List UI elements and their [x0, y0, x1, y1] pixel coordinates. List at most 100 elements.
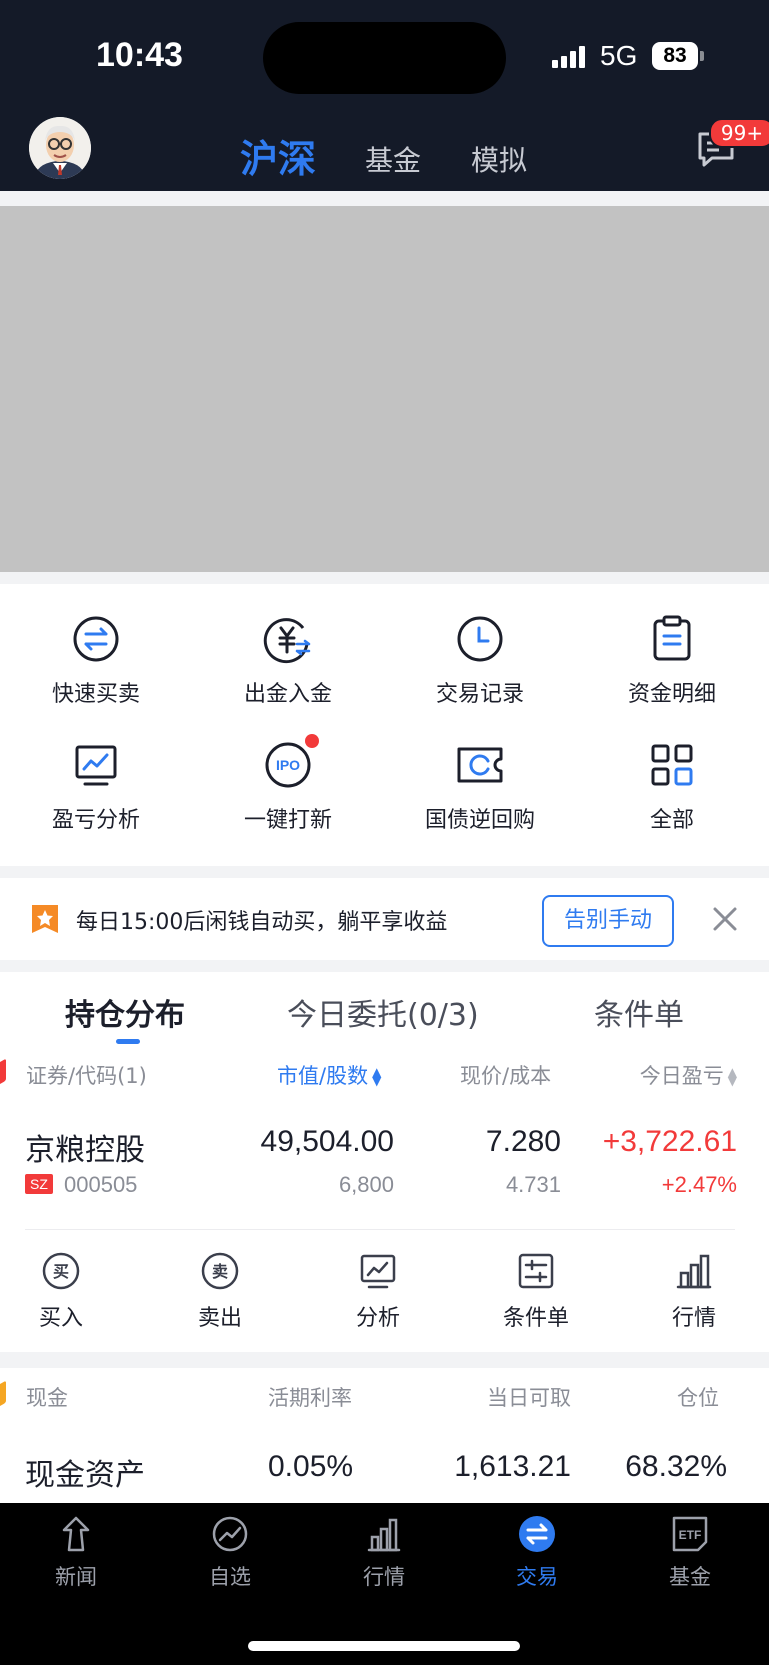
buy-icon-glyph: 买 [53, 1262, 69, 1281]
clipboard-icon [653, 615, 691, 661]
tab-hushen[interactable]: 沪深 [240, 128, 316, 183]
today-pnl-percent: +2.47% [661, 1172, 737, 1197]
trend-circle-icon [212, 1516, 248, 1552]
nav-label: 新闻 [55, 1565, 97, 1589]
action-label: 行情 [671, 1306, 716, 1331]
action-label: 分析 [355, 1306, 400, 1331]
nav-trade[interactable]: 交易 [487, 1515, 587, 1591]
etf-icon-text: ETF [679, 1528, 702, 1542]
quick-action-fund-details[interactable]: 资金明细 [576, 614, 768, 708]
column-header-label: 市值/股数 [277, 1064, 369, 1088]
chart-monitor-icon [360, 1254, 396, 1289]
share-count: 6,800 [338, 1172, 394, 1197]
quick-action-trade-records[interactable]: 交易记录 [384, 614, 576, 708]
tab-conditional-orders[interactable]: 条件单 [594, 990, 684, 1034]
quick-action-repo[interactable]: 国债逆回购 [384, 740, 576, 834]
promo-text: 每日15:00后闲钱自动买，躺平享收益 [76, 910, 448, 935]
sort-icon: ▲ ▼ [372, 1065, 382, 1088]
quote-button[interactable]: 行情 [634, 1251, 754, 1332]
battery-tip [700, 51, 704, 61]
stock-code: 000505 [64, 1172, 138, 1197]
bar-chart-icon [676, 1254, 712, 1289]
sell-icon: 卖 [201, 1252, 239, 1290]
clock-icon [457, 616, 503, 662]
cost-price: 4.731 [505, 1172, 561, 1197]
ticket-icon [457, 747, 503, 783]
avatar[interactable] [29, 117, 91, 179]
column-header-market-value[interactable]: 市值/股数 ▲ ▼ [277, 1060, 381, 1090]
quick-action-label: 交易记录 [435, 682, 524, 707]
cash-rate-value: 0.05% [268, 1450, 354, 1483]
today-pnl: +3,722.61 [602, 1125, 737, 1158]
status-time: 10:43 [96, 36, 183, 74]
message-badge: 99+ [709, 118, 769, 148]
close-icon[interactable] [710, 904, 740, 934]
market-value: 49,504.00 [260, 1125, 394, 1158]
quick-action-label: 全部 [649, 808, 694, 833]
cash-withdrawable-value: 1,613.21 [454, 1450, 571, 1483]
quick-action-label: 一键打新 [243, 808, 332, 833]
quick-action-label: 出金入金 [243, 682, 332, 707]
quick-action-label: 盈亏分析 [51, 808, 140, 833]
action-label: 买入 [38, 1306, 83, 1331]
quick-action-label: 快速买卖 [51, 682, 140, 707]
cash-header-rate: 活期利率 [268, 1386, 352, 1410]
nav-fund[interactable]: ETF 基金 [640, 1515, 740, 1591]
promo-action-button[interactable]: 告别手动 [542, 895, 674, 947]
divider [25, 1229, 735, 1230]
home-indicator [248, 1641, 520, 1651]
nav-watchlist[interactable]: 自选 [180, 1515, 280, 1591]
quick-action-pnl-analysis[interactable]: 盈亏分析 [0, 740, 192, 834]
quick-action-label: 国债逆回购 [424, 808, 535, 833]
monitor-chart-icon [75, 745, 117, 786]
nav-label: 交易 [516, 1565, 558, 1589]
quick-action-all[interactable]: 全部 [576, 740, 768, 834]
cash-assets-label: 现金资产 [25, 1458, 145, 1493]
cash-header-cash: 现金 [26, 1386, 68, 1410]
ipo-icon-text: IPO [276, 757, 300, 773]
action-label: 卖出 [197, 1306, 242, 1331]
swap-icon [73, 616, 119, 662]
yen-transfer-icon [263, 618, 311, 664]
battery-icon: 83 [652, 42, 698, 70]
tab-simulation[interactable]: 模拟 [471, 139, 527, 179]
market-badge: SZ [25, 1174, 53, 1194]
column-header-label: 今日盈亏 [639, 1064, 724, 1088]
column-header-security: 证券/代码(1) [26, 1064, 147, 1088]
sell-button[interactable]: 卖 卖出 [160, 1251, 280, 1332]
quick-action-ipo[interactable]: IPO 一键打新 [192, 740, 384, 834]
quick-action-fast-trade[interactable]: 快速买卖 [0, 614, 192, 708]
sort-icon: ▲ ▼ [727, 1065, 737, 1088]
cash-header-position: 仓位 [677, 1386, 719, 1410]
buy-icon: 买 [42, 1252, 80, 1290]
column-header-pnl[interactable]: 今日盈亏 ▲ ▼ [640, 1060, 737, 1090]
sliders-icon [518, 1253, 554, 1289]
dynamic-island [263, 22, 506, 94]
banner-placeholder[interactable] [0, 206, 769, 572]
grid-icon [651, 744, 693, 786]
tab-today-orders[interactable]: 今日委托(0/3) [287, 990, 479, 1034]
stock-name: 京粮控股 [25, 1133, 145, 1168]
ipo-icon: IPO [265, 742, 311, 788]
notification-dot [305, 734, 319, 748]
quick-action-deposit-withdraw[interactable]: 出金入金 [192, 614, 384, 708]
star-badge-icon [32, 905, 58, 933]
column-header-price: 现价/成本 [460, 1064, 552, 1088]
tab-positions[interactable]: 持仓分布 [65, 990, 185, 1034]
current-price: 7.280 [485, 1125, 561, 1158]
bar-chart-icon [367, 1518, 401, 1552]
signal-icon [552, 44, 585, 68]
news-pin-icon [62, 1516, 90, 1552]
action-label: 条件单 [502, 1306, 569, 1331]
tab-fund[interactable]: 基金 [365, 139, 421, 179]
buy-button[interactable]: 买 买入 [1, 1251, 121, 1332]
quick-action-label: 资金明细 [627, 682, 716, 707]
etf-icon: ETF [672, 1516, 708, 1552]
nav-market[interactable]: 行情 [334, 1515, 434, 1591]
analysis-button[interactable]: 分析 [318, 1251, 438, 1332]
cash-header-withdrawable: 当日可取 [487, 1386, 571, 1410]
network-type: 5G [600, 40, 638, 71]
nav-news[interactable]: 新闻 [26, 1515, 126, 1591]
nav-label: 基金 [669, 1565, 711, 1589]
conditional-order-button[interactable]: 条件单 [476, 1251, 596, 1332]
